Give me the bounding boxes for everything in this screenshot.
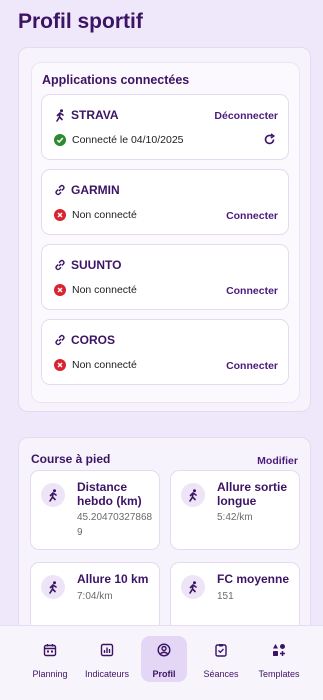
clipboard-icon bbox=[214, 643, 228, 662]
app-name: COROS bbox=[71, 333, 116, 347]
app-name: SUUNTO bbox=[71, 258, 122, 272]
nav-label: Indicateurs bbox=[84, 669, 130, 679]
error-circle-icon bbox=[54, 284, 66, 296]
templates-icon bbox=[272, 643, 286, 662]
nav-label: Profil bbox=[152, 669, 176, 679]
stat-label: FC moyenne bbox=[217, 572, 290, 586]
stat-label: Distance hebdo (km) bbox=[77, 480, 142, 508]
running-icon bbox=[41, 575, 65, 599]
link-icon bbox=[54, 259, 66, 271]
nav-item-indicators[interactable]: Indicateurs bbox=[82, 636, 132, 682]
page-title: Profil sportif bbox=[18, 10, 143, 33]
chart-icon bbox=[100, 643, 114, 662]
app-card-suunto: SUUNTO Non connecté Connecter bbox=[41, 244, 289, 310]
stat-value: 151 bbox=[217, 591, 234, 602]
nav-item-templates[interactable]: Templates bbox=[254, 636, 304, 682]
running-title: Course à pied bbox=[31, 452, 111, 466]
stat-label: Allure 10 km bbox=[77, 572, 149, 586]
nav-label: Templates bbox=[258, 669, 300, 679]
disconnect-button[interactable]: Déconnecter bbox=[214, 110, 278, 122]
running-icon bbox=[181, 483, 205, 507]
apps-panel: Applications connectées STRAVA Déconnect… bbox=[31, 62, 300, 403]
app-status: Connecté le 04/10/2025 bbox=[72, 134, 184, 146]
error-circle-icon bbox=[54, 359, 66, 371]
app-card-coros: COROS Non connecté Connecter bbox=[41, 319, 289, 385]
app-status: Non connecté bbox=[72, 209, 137, 221]
apps-title: Applications connectées bbox=[42, 73, 190, 87]
app-status: Non connecté bbox=[72, 284, 137, 296]
app-name: STRAVA bbox=[71, 108, 119, 122]
check-circle-icon bbox=[54, 134, 66, 146]
nav-label: Séances bbox=[203, 669, 239, 679]
stat-card-long-run-pace[interactable]: Allure sortie longue 5:42/km bbox=[170, 470, 300, 550]
calendar-icon bbox=[43, 643, 57, 662]
nav-item-sessions[interactable]: Séances bbox=[196, 636, 246, 682]
app-name: GARMIN bbox=[71, 183, 120, 197]
profile-icon bbox=[157, 643, 171, 662]
apps-card: Applications connectées STRAVA Déconnect… bbox=[18, 47, 311, 412]
connect-button[interactable]: Connecter bbox=[226, 210, 278, 222]
app-card-garmin: GARMIN Non connecté Connecter bbox=[41, 169, 289, 235]
link-icon bbox=[54, 334, 66, 346]
running-icon bbox=[54, 108, 66, 122]
stat-label: Allure sortie longue bbox=[217, 480, 288, 508]
nav-item-profile[interactable]: Profil bbox=[141, 636, 187, 682]
link-icon bbox=[54, 184, 66, 196]
refresh-icon[interactable] bbox=[263, 133, 276, 151]
running-icon bbox=[41, 483, 65, 507]
error-circle-icon bbox=[54, 209, 66, 221]
connect-button[interactable]: Connecter bbox=[226, 285, 278, 297]
connect-button[interactable]: Connecter bbox=[226, 360, 278, 372]
edit-button[interactable]: Modifier bbox=[257, 455, 298, 467]
bottom-navbar: Planning Indicateurs Profil Séances Temp… bbox=[0, 625, 323, 700]
app-card-strava: STRAVA Déconnecter Connecté le 04/10/202… bbox=[41, 94, 289, 160]
running-card: Course à pied Modifier Distance hebdo (k… bbox=[18, 437, 311, 647]
stat-card-distance[interactable]: Distance hebdo (km) 45.204703278689 bbox=[30, 470, 160, 550]
stat-value: 5:42/km bbox=[217, 512, 253, 523]
nav-item-planning[interactable]: Planning bbox=[25, 636, 75, 682]
running-icon bbox=[181, 575, 205, 599]
nav-label: Planning bbox=[32, 669, 68, 679]
app-status: Non connecté bbox=[72, 359, 137, 371]
stat-value: 45.204703278689 bbox=[77, 512, 153, 538]
stat-value: 7:04/km bbox=[77, 591, 113, 602]
